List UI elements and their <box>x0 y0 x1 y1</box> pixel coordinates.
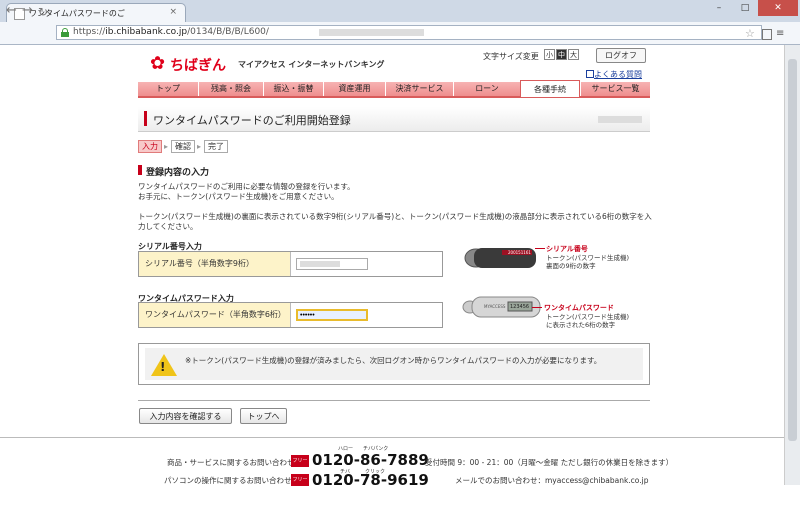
instruction-line-1: トークン(パスワード生成機)の裏面に表示されている数字9桁(シリアル番号)と、ト… <box>138 212 652 221</box>
phone-products: 0120-86-7889 <box>312 451 429 469</box>
token-serial-label: シリアル番号 <box>546 245 588 253</box>
otp-field-row: ワンタイムパスワード（半角数字6桁） <box>138 302 443 328</box>
phone-pc: 0120-78-9619 <box>312 471 429 489</box>
token-otp-text: 123456 <box>510 304 530 310</box>
notice-text: ※トークン(パスワード生成機)の登録が済みましたら、次回ログオン時からワンタイム… <box>185 356 602 365</box>
contact-products-label: 商品・サービスに関するお問い合わせ： <box>167 458 302 467</box>
page-menu-icon[interactable] <box>762 29 772 40</box>
token-back-image: 200151161 <box>462 245 542 271</box>
otp-input[interactable] <box>296 309 368 321</box>
address-bar[interactable]: https://ib.chibabank.co.jp/0134/B/B/B/L6… <box>56 25 762 40</box>
browser-tab[interactable]: ワンタイムパスワードのご × <box>6 3 186 22</box>
redacted-serial <box>300 261 340 267</box>
nav-payment[interactable]: 決済サービス <box>385 82 453 96</box>
step-input: 入力 <box>138 140 162 153</box>
external-link-icon <box>586 70 594 78</box>
token-serial-desc-2: 裏面の9桁の数字 <box>546 262 596 270</box>
service-name: マイアクセス インターネットバンキング <box>238 60 385 69</box>
token-back-icon <box>464 248 536 268</box>
nav-procedures[interactable]: 各種手続 <box>520 80 580 97</box>
font-size-large[interactable]: 大 <box>568 49 579 60</box>
close-tab-icon[interactable]: × <box>169 7 177 17</box>
nav-transfer[interactable]: 振込・振替 <box>263 82 323 96</box>
nav-service-list[interactable]: サービス一覧 <box>580 82 650 96</box>
window-controls: – □ ✕ <box>706 0 800 16</box>
step-confirm: 確認 <box>171 140 195 153</box>
nav-loan[interactable]: ローン <box>453 82 520 96</box>
vertical-scrollbar[interactable] <box>784 45 800 485</box>
section-accent <box>138 165 142 175</box>
contact-mail: メールでのお問い合わせ：myaccess@chibabank.co.jp <box>455 476 649 485</box>
otp-pointer <box>532 307 542 308</box>
footer-divider <box>0 437 784 438</box>
minimize-button[interactable]: – <box>706 0 732 16</box>
heading-accent <box>144 111 147 126</box>
close-window-button[interactable]: ✕ <box>758 0 798 16</box>
back-icon[interactable]: ← <box>6 4 17 18</box>
notice-inner: ! ※トークン(パスワード生成機)の登録が済みましたら、次回ログオン時からワンタ… <box>145 348 643 380</box>
top-button[interactable]: トップへ <box>240 408 287 424</box>
forward-icon[interactable]: → <box>22 4 33 18</box>
font-size-small[interactable]: 小 <box>544 49 555 60</box>
nav-balance[interactable]: 残高・照会 <box>198 82 263 96</box>
token-brand-text: MYACCESS <box>484 304 506 309</box>
url-path: /0134/B/B/B/L600/ <box>187 27 269 37</box>
global-nav: トップ 残高・照会 振込・振替 資産運用 決済サービス ローン 各種手続 サービ… <box>138 80 650 98</box>
divider <box>138 400 650 401</box>
page-heading: ワンタイムパスワードのご利用開始登録 <box>138 107 650 132</box>
token-otp-label: ワンタイムパスワード <box>544 304 614 312</box>
contact-pc-label: パソコンの操作に関するお問い合わせ： <box>164 476 299 485</box>
token-otp-desc-2: に表示された6桁の数字 <box>546 321 616 329</box>
redacted-user <box>598 116 642 123</box>
scrollbar-thumb[interactable] <box>788 59 797 441</box>
step-arrow-icon: ▸ <box>197 142 202 151</box>
serial-pointer <box>535 248 545 249</box>
token-serial-text: 200151161 <box>508 250 531 255</box>
freedial-badge-1: フリーダイヤル <box>291 455 309 488</box>
bank-logo-text: ちばぎん <box>170 58 226 74</box>
instruction-line-2: 力してください。 <box>138 222 198 231</box>
notice-box: ! ※トークン(パスワード生成機)の登録が済みましたら、次回ログオン時からワンタ… <box>138 343 650 385</box>
freedial-badge-2: フリーダイヤル <box>291 474 309 507</box>
wrench-icon[interactable]: ≡ <box>776 28 784 39</box>
url-host: ib.chibabank.co.jp <box>105 27 188 37</box>
font-size-medium[interactable]: 中 <box>556 49 567 60</box>
token-front-image: MYACCESS 123456 <box>462 294 542 320</box>
otp-field-label: ワンタイムパスワード（半角数字6桁） <box>139 303 291 327</box>
bank-logo-icon: ✿ <box>150 53 166 74</box>
reload-icon[interactable]: ↻ <box>38 5 48 19</box>
font-size-label: 文字サイズ変更 <box>483 52 539 61</box>
url-prefix: https:// <box>73 27 106 37</box>
url-text: https://ib.chibabank.co.jp/0134/B/B/B/L6… <box>73 27 269 37</box>
section-title: 登録内容の入力 <box>146 168 210 178</box>
logout-button[interactable]: ログオフ <box>596 48 646 63</box>
page-title: ワンタイムパスワードのご利用開始登録 <box>153 114 351 127</box>
token-serial-desc-1: トークン(パスワード生成機) <box>546 254 630 262</box>
intro-line-2: お手元に、トークン(パスワード生成機)をご用意ください。 <box>138 192 339 201</box>
serial-field-row: シリアル番号（半角数字9桁） <box>138 251 443 277</box>
token-otp-desc-1: トークン(パスワード生成機) <box>546 313 630 321</box>
serial-field-label: シリアル番号（半角数字9桁） <box>139 252 291 276</box>
faq-link[interactable]: よくある質問 <box>594 69 642 80</box>
nav-investment[interactable]: 資産運用 <box>323 82 385 96</box>
maximize-button[interactable]: □ <box>732 0 758 16</box>
lock-icon <box>61 28 69 37</box>
step-complete: 完了 <box>204 140 228 153</box>
intro-line-1: ワンタイムパスワードのご利用に必要な情報の登録を行います。 <box>138 182 355 191</box>
warning-mark: ! <box>160 360 166 374</box>
redacted-url <box>319 29 424 36</box>
nav-top[interactable]: トップ <box>138 82 198 96</box>
confirm-input-button[interactable]: 入力内容を確認する <box>139 408 232 424</box>
contact-hours: 受付時間 9：00 - 21：00（月曜～金曜 ただし銀行の休業日を除きます） <box>425 458 674 467</box>
step-arrow-icon: ▸ <box>164 142 169 151</box>
bookmark-star-icon[interactable]: ☆ <box>745 27 755 41</box>
